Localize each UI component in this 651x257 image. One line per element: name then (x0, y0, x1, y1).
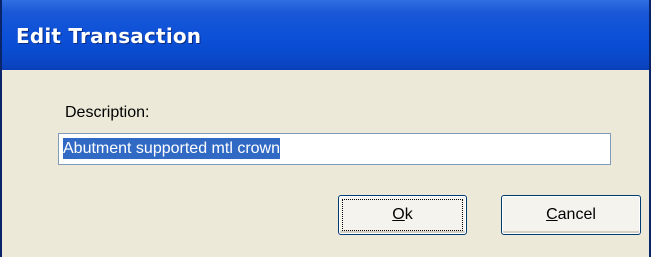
ok-button-label: Ok (392, 206, 412, 224)
cancel-mnemonic: C (546, 206, 558, 223)
cancel-button-label: Cancel (546, 206, 596, 224)
description-input[interactable]: Abutment supported mtl crown (58, 133, 611, 165)
ok-button[interactable]: Ok (338, 195, 467, 235)
title-bar[interactable]: Edit Transaction (2, 0, 649, 70)
description-value-selected: Abutment supported mtl crown (63, 138, 280, 159)
cancel-label-rest: ancel (557, 206, 596, 223)
description-label: Description: (65, 104, 150, 121)
edit-transaction-dialog: Edit Transaction Description: Abutment s… (0, 0, 651, 257)
cancel-button[interactable]: Cancel (501, 195, 641, 235)
ok-label-rest: k (404, 206, 413, 223)
dialog-body: Description: Abutment supported mtl crow… (2, 70, 649, 257)
window-title: Edit Transaction (16, 24, 202, 48)
ok-mnemonic: O (392, 206, 405, 223)
